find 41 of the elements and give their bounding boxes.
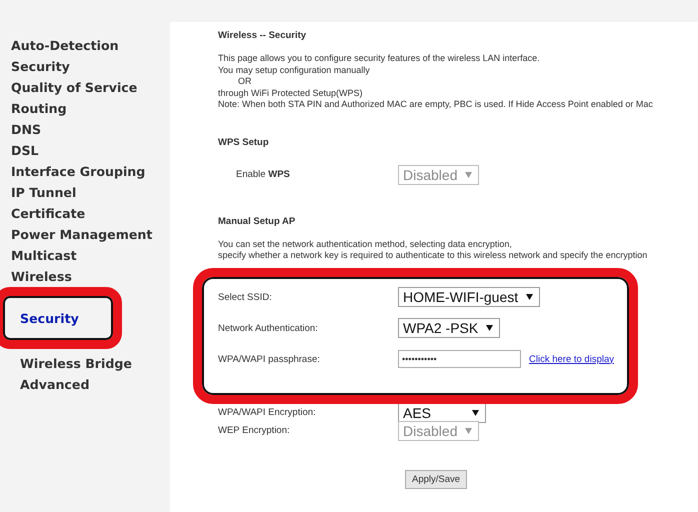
- description-text: You can set the network authentication method, selecting data encryption,: [218, 238, 513, 250]
- sidebar-item[interactable]: Routing: [0, 98, 170, 119]
- intro-text: OR: [237, 76, 252, 88]
- intro-text: This page allows you to configure security features of the wireless LAN interface.: [218, 53, 541, 64]
- field-label: Select SSID:: [218, 292, 273, 302]
- caret-icon: [526, 294, 534, 300]
- sidebar-item[interactable]: Interface Grouping: [0, 161, 170, 182]
- dropdown-select[interactable]: HOME-WIFI-guest: [398, 287, 540, 307]
- intro-text: You may setup configuration manually: [218, 64, 371, 76]
- sidebar-item[interactable]: Multicast: [0, 245, 170, 266]
- sidebar-item[interactable]: Certificate: [0, 203, 170, 224]
- apply-save-button[interactable]: Apply/Save: [405, 470, 468, 488]
- display-link[interactable]: Click here to display: [529, 354, 614, 364]
- sidebar-item[interactable]: Advanced: [0, 374, 170, 395]
- sidebar-item[interactable]: IP Tunnel: [0, 182, 170, 203]
- section-heading: Manual Setup AP: [218, 216, 296, 226]
- section-heading: WPS Setup: [218, 136, 270, 148]
- sidebar-item[interactable]: Quality of Service: [0, 77, 170, 98]
- intro-text: through WiFi Protected Setup(WPS): [218, 88, 364, 99]
- caret-icon: [472, 410, 479, 416]
- caret-icon: [465, 172, 472, 178]
- sidebar-item[interactable]: Auto-Detection: [0, 35, 170, 56]
- field-label: WPA/WAPI Encryption:: [218, 407, 317, 418]
- intro-text: Note: When both STA PIN and Authorized MAC are empty, PBC is used. If Hide Access Point enabled or Mac: [218, 99, 654, 110]
- sidebar-item[interactable]: Wireless: [0, 266, 170, 287]
- sidebar-item[interactable]: DNS: [0, 119, 170, 140]
- field-label: WPA/WAPI passphrase:: [218, 354, 321, 364]
- description-text: specify whether a network key is required to authenticate to this wireless network and specify the encryption: [218, 250, 648, 262]
- sidebar-item[interactable]: Security: [0, 56, 170, 77]
- sidebar-item[interactable]: Power Management: [0, 224, 170, 245]
- caret-icon: [486, 325, 494, 331]
- field-label: Enable WPS: [235, 169, 291, 180]
- dropdown-select[interactable]: WPA2 -PSK: [398, 318, 500, 338]
- passphrase-field[interactable]: •••••••••••: [398, 350, 521, 368]
- caret-icon: [465, 428, 472, 434]
- sidebar-item[interactable]: Security: [0, 308, 170, 329]
- field-label: WEP Encryption:: [218, 425, 291, 436]
- sidebar-item[interactable]: DSL: [0, 140, 170, 161]
- sidebar-item[interactable]: Wireless Bridge: [0, 353, 170, 374]
- page-title: Wireless -- Security: [218, 30, 308, 41]
- field-label: Network Authentication:: [218, 322, 319, 334]
